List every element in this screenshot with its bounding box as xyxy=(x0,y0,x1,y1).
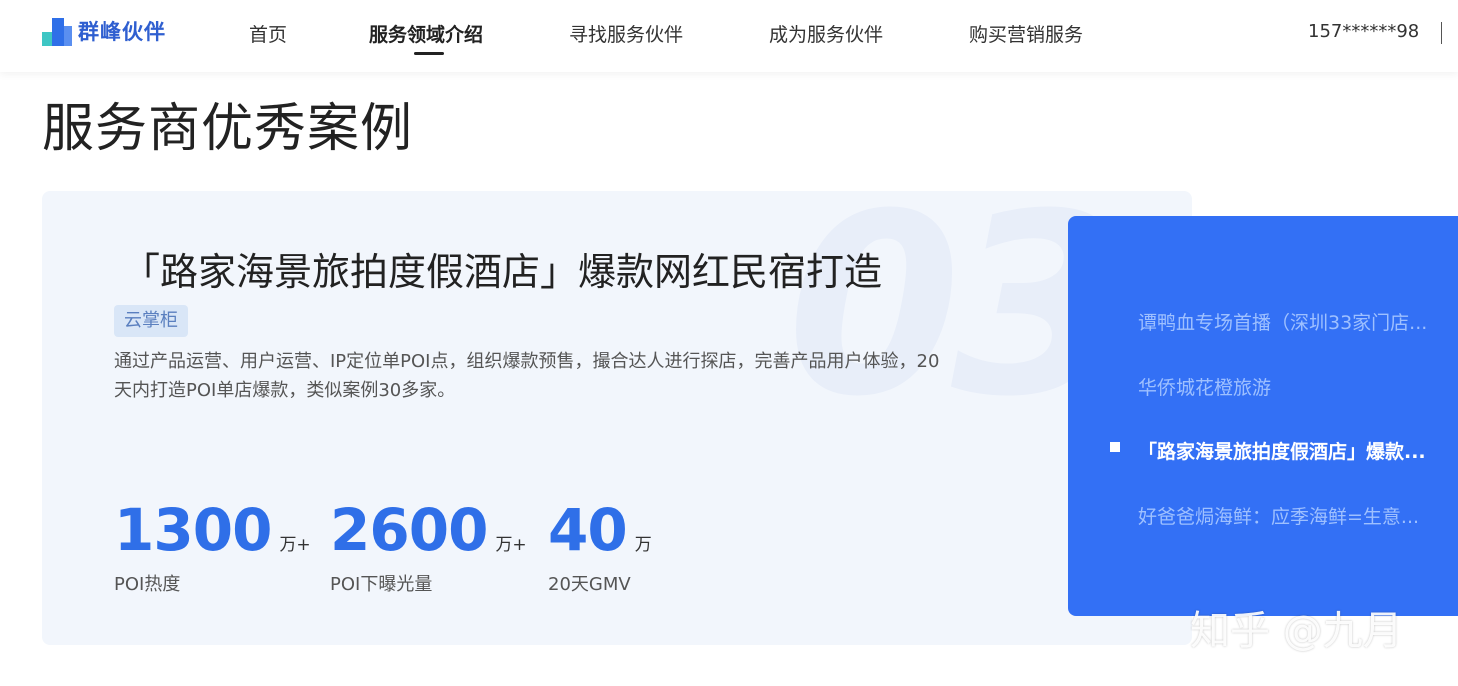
logo-mark-icon xyxy=(42,16,74,46)
case-list-item[interactable]: 好爸爸焗海鲜：应季海鲜=生意... xyxy=(1138,502,1458,529)
nav-item-service-areas[interactable]: 服务领域介绍 xyxy=(369,20,483,47)
top-navbar: 群峰伙伴 首页 服务领域介绍 寻找服务伙伴 成为服务伙伴 购买营销服务 157*… xyxy=(0,0,1458,72)
logo-text: 群峰伙伴 xyxy=(78,20,166,44)
logo[interactable]: 群峰伙伴 xyxy=(42,15,166,47)
watermark: 知乎 @九月 xyxy=(1190,608,1403,654)
case-title: 「路家海景旅拍度假酒店」爆款网红民宿打造 xyxy=(122,250,883,294)
stat-label: POI下曝光量 xyxy=(330,574,433,595)
nav-item-become-partner[interactable]: 成为服务伙伴 xyxy=(769,20,883,47)
stat-label: 20天GMV xyxy=(548,574,631,595)
stat-unit: 万 xyxy=(634,535,652,555)
stat-label: POI热度 xyxy=(114,574,181,595)
stat-gmv: 40 万 20天GMV xyxy=(548,496,652,596)
case-list-item[interactable]: 华侨城花橙旅游 xyxy=(1138,373,1458,400)
user-account[interactable]: 157******98 xyxy=(1308,21,1419,42)
stat-poi-exposure: 2600 万+ POI下曝光量 xyxy=(330,496,527,596)
active-bullet-icon xyxy=(1110,442,1120,452)
case-description: 通过产品运营、用户运营、IP定位单POI点，组织爆款预售，撮合达人进行探店，完善… xyxy=(114,351,940,401)
stat-value: 2600 xyxy=(330,496,488,564)
active-nav-indicator xyxy=(414,52,444,55)
case-list-item-active[interactable]: 「路家海景旅拍度假酒店」爆款... xyxy=(1138,437,1458,464)
case-list-panel: 谭鸭血专场首播（深圳33家门店... 华侨城花橙旅游 「路家海景旅拍度假酒店」爆… xyxy=(1068,216,1458,616)
stat-unit: 万+ xyxy=(279,535,311,555)
case-list-item[interactable]: 谭鸭血专场首播（深圳33家门店... xyxy=(1138,308,1458,335)
stat-value: 40 xyxy=(548,496,628,564)
header-divider xyxy=(1441,22,1442,44)
stat-value: 1300 xyxy=(114,496,272,564)
nav-item-home[interactable]: 首页 xyxy=(249,20,287,47)
page-title: 服务商优秀案例 xyxy=(42,99,414,159)
case-tag: 云掌柜 xyxy=(114,305,188,337)
nav-item-buy-marketing[interactable]: 购买营销服务 xyxy=(969,20,1083,47)
nav-item-find-partner[interactable]: 寻找服务伙伴 xyxy=(569,20,683,47)
stat-poi-heat: 1300 万+ POI热度 xyxy=(114,496,311,596)
stat-unit: 万+ xyxy=(495,535,527,555)
case-card: 03 「路家海景旅拍度假酒店」爆款网红民宿打造 云掌柜 通过产品运营、用户运营、… xyxy=(42,191,1192,645)
